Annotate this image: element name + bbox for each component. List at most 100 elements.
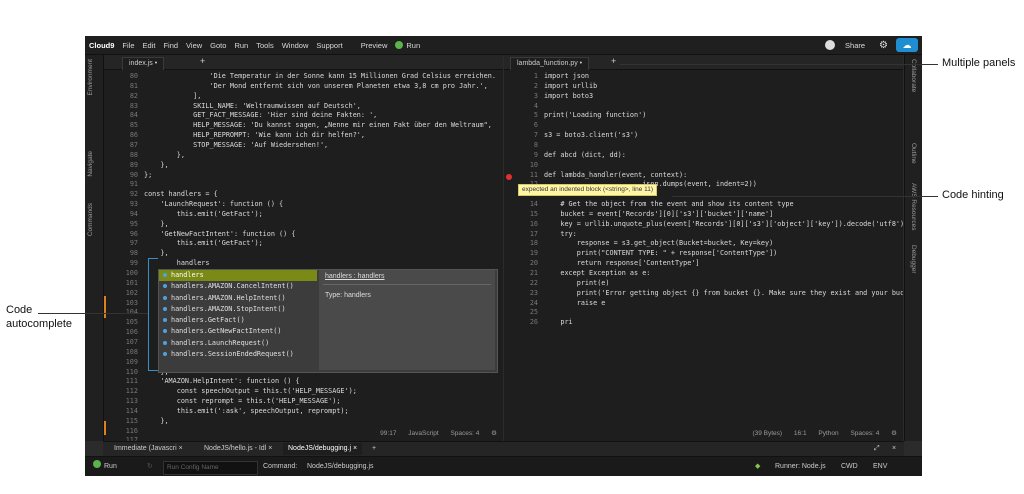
line-number: 95 [129,219,138,228]
tab-navigate[interactable]: Navigate [87,151,94,177]
suggestion-label: handlers.AMAZON.CancelIntent() [171,282,294,291]
tab-lambda-function-py[interactable]: lambda_function.py • [510,57,590,70]
line-number: 100 [125,269,138,277]
avatar[interactable] [825,40,836,50]
close-icon[interactable]: × [887,443,901,455]
new-tab-plus-icon[interactable]: + [200,56,205,66]
code-line: import json [544,72,590,80]
tab-debugging-js[interactable]: NodeJS/debugging.j × [283,443,363,455]
suggestion-icon [163,273,167,277]
left-status-bar: 99:17 JavaScript Spaces: 4 ⚙ [104,427,503,441]
right-gutter: 1234567891011121314151617181920212223242… [504,70,542,427]
menu-tools[interactable]: Tools [256,41,274,50]
env-button[interactable]: ENV [873,457,887,476]
code-line: bucket = event['Records'][0]['s3']['buck… [544,209,774,218]
autocomplete-item[interactable]: handlers.LaunchRequest() [159,338,317,349]
cursor-position: 16:1 [793,430,807,437]
code-line: GET_FACT_MESSAGE: 'Hier sind deine Fakte… [144,111,378,120]
code-line: const speechOutput = this.t('HELP_MESSAG… [144,387,357,396]
tab-debugger[interactable]: Debugger [910,245,917,274]
run-config-name-input[interactable]: Run Config Name [163,461,258,475]
language-mode[interactable]: Python [818,430,838,437]
cloud9-logo[interactable]: Cloud9 [89,41,114,50]
left-side-panel-bar: Environment Navigate Commands [85,55,104,441]
autocomplete-item[interactable]: handlers.AMAZON.CancelIntent() [159,281,317,292]
code-line: def lambda_handler(event, context): [544,170,688,179]
autocomplete-item[interactable]: handlers.AMAZON.StopIntent() [159,304,317,315]
line-number: 111 [125,377,138,386]
run-label: Run [104,463,117,470]
left-tab-row: index.js • + [104,55,503,70]
autocomplete-item[interactable]: handlers.GetNewFactIntent() [159,326,317,337]
line-number: 8 [533,140,538,149]
run-config-button[interactable]: Run [93,457,117,476]
annotation-multiple-panels: Multiple panels [942,57,1016,69]
line-number: 4 [533,101,538,110]
menu-goto[interactable]: Goto [210,41,226,50]
refresh-icon[interactable]: ↻ [147,457,153,476]
tab-outline[interactable]: Outline [910,143,917,164]
command-input[interactable]: NodeJS/debugging.js [307,457,374,476]
gear-icon[interactable]: ⚙ [891,430,897,437]
autocomplete-item[interactable]: handlers [159,270,317,282]
suggestion-label: handlers.GetFact() [171,316,245,325]
code-hint-tooltip: expected an indented block (<string>, li… [518,184,658,196]
tab-index-js[interactable]: index.js • [122,57,165,70]
language-mode[interactable]: JavaScript [408,430,438,437]
menu-run[interactable]: Run [234,41,248,50]
cloud-icon[interactable]: ☁ [896,38,918,52]
line-number: 102 [125,288,138,297]
code-line: raise e [544,298,606,307]
new-tab-plus-icon[interactable]: + [611,56,616,66]
right-code-area[interactable]: import json import urllib import boto3 prin… [544,70,903,427]
menu-support[interactable]: Support [316,41,342,50]
annotation-code-hinting: Code hinting [942,189,1004,201]
annotation-bracket [148,258,158,259]
menu-find[interactable]: Find [163,41,178,50]
preview-button[interactable]: Preview [361,41,388,50]
line-number: 87 [129,140,138,149]
code-line: pri [544,318,573,327]
change-marker [104,296,106,318]
line-number: 16 [529,219,538,228]
gear-icon[interactable]: ⚙ [879,40,888,51]
suggestion-label: handlers.AMAZON.HelpIntent() [171,293,286,302]
tab-modified-dot: • [579,60,583,67]
run-button[interactable]: Run [395,41,428,50]
runner-selector[interactable]: Runner: Node.js [775,457,826,476]
menu-view[interactable]: View [186,41,202,50]
tab-hello-js[interactable]: NodeJS/hello.js - Idl × [199,443,277,455]
annotation-autocomplete: autocomplete [6,318,73,330]
new-tab-plus-icon[interactable]: + [367,443,381,455]
bug-icon[interactable]: ◆ [755,457,760,476]
maximize-icon[interactable]: ⤢ [869,443,885,455]
menu-edit[interactable]: Edit [143,41,156,50]
line-number: 5 [533,111,538,120]
code-line: 'Der Mond entfernt sich von unserem Plan… [144,81,488,90]
autocomplete-item[interactable]: handlers.AMAZON.HelpIntent() [159,293,317,304]
line-number: 106 [125,328,138,337]
error-icon[interactable] [506,174,512,180]
gear-icon[interactable]: ⚙ [491,430,497,437]
tab-commands[interactable]: Commands [87,203,94,236]
line-number: 25 [529,308,538,317]
code-line: 'Die Temperatur in der Sonne kann 15 Mil… [144,72,496,80]
indent-setting[interactable]: Spaces: 4 [850,430,879,437]
code-line: s3 = boto3.client('s3') [544,131,639,140]
command-label: Command: [263,463,298,470]
autocomplete-popup: handlers handlers.AMAZON.CancelIntent() … [158,269,498,373]
menu-window[interactable]: Window [282,41,309,50]
autocomplete-item[interactable]: handlers.GetFact() [159,315,317,326]
tab-aws-resources[interactable]: AWS Resources [910,183,917,230]
menu-file[interactable]: File [122,41,134,50]
cwd-button[interactable]: CWD [841,457,858,476]
bottom-panel-tabs: Immediate (Javascri × NodeJS/hello.js - … [103,441,904,456]
tab-environment[interactable]: Environment [87,59,94,96]
suggestion-label: handlers.GetNewFactIntent() [171,327,282,336]
autocomplete-item[interactable]: handlers.SessionEndedRequest() [159,349,317,360]
code-line: }; [144,170,153,179]
left-code-area[interactable]: 'Die Temperatur in der Sonne kann 15 Mil… [144,70,503,427]
share-button[interactable]: Share [845,41,865,50]
indent-setting[interactable]: Spaces: 4 [450,430,479,437]
tab-immediate[interactable]: Immediate (Javascri × [109,443,188,455]
